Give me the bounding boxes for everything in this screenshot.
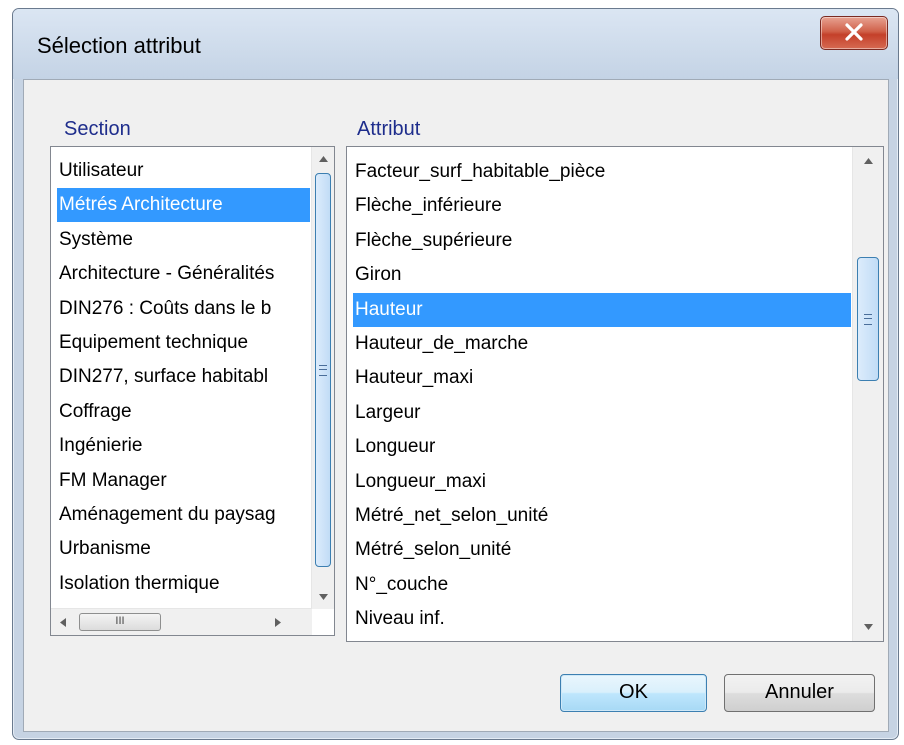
attribut-scroll-thumb[interactable] <box>857 257 879 381</box>
attribut-scroll-down-button[interactable] <box>853 615 883 639</box>
arrow-down-icon <box>318 594 328 600</box>
section-scroll-thumb[interactable] <box>315 173 331 567</box>
attribut-list-item[interactable]: Giron <box>353 258 851 292</box>
attribut-list-item[interactable]: Hauteur_maxi <box>353 361 851 395</box>
section-list-item[interactable]: DIN277, surface habitabl <box>57 360 310 394</box>
section-scroll-left-button[interactable] <box>53 610 73 634</box>
section-list-item[interactable]: Equipement technique <box>57 326 310 360</box>
arrow-right-icon <box>275 617 281 627</box>
section-list-item[interactable]: Ingénierie <box>57 429 310 463</box>
attribut-list-item[interactable]: Flèche_inférieure <box>353 189 851 223</box>
arrow-up-icon <box>318 156 328 162</box>
section-list-item[interactable]: Métrés Architecture <box>57 188 310 223</box>
attribut-list-item[interactable]: Hauteur_de_marche <box>353 327 851 361</box>
section-list-item[interactable]: Coffrage <box>57 395 310 429</box>
section-list-item[interactable]: Isolation thermique <box>57 567 310 601</box>
ok-button[interactable]: OK <box>560 674 707 712</box>
section-scroll-right-button[interactable] <box>268 610 288 634</box>
title-bar[interactable]: Sélection attribut <box>13 9 898 79</box>
attribut-scroll-up-button[interactable] <box>853 149 883 173</box>
attribut-list-item[interactable]: Longueur_maxi <box>353 465 851 499</box>
section-horizontal-scrollbar[interactable]: III <box>51 608 312 635</box>
section-list-item[interactable]: Architecture - Généralités <box>57 257 310 291</box>
attribut-list-item[interactable]: Métré_selon_unité <box>353 533 851 567</box>
section-scroll-up-button[interactable] <box>312 147 334 171</box>
window-title: Sélection attribut <box>37 33 201 58</box>
attribut-list-item[interactable]: Métré_net_selon_unité <box>353 499 851 533</box>
cancel-button[interactable]: Annuler <box>724 674 875 712</box>
section-list-item[interactable]: DIN276 : Coûts dans le b <box>57 292 310 326</box>
section-label: Section <box>64 118 131 140</box>
section-listbox[interactable]: Utilisateur Métrés Architecture Système Arc… <box>50 146 335 636</box>
attribut-list-item[interactable]: Largeur <box>353 396 851 430</box>
attribut-list-item[interactable]: Flèche_supérieure <box>353 224 851 258</box>
section-list-item[interactable]: FM Manager <box>57 464 310 498</box>
attribut-list-item[interactable]: Longueur <box>353 430 851 464</box>
attribut-list-item[interactable]: Hauteur <box>353 292 851 327</box>
section-list-item[interactable]: Utilisateur <box>57 154 310 188</box>
arrow-down-icon <box>863 624 873 630</box>
attribut-listbox[interactable]: Facteur_surf_habitable_pièce Flèche_infér… <box>346 146 884 642</box>
section-list-item[interactable]: Aménagement du paysag <box>57 498 310 532</box>
section-hscroll-thumb[interactable]: III <box>79 613 161 631</box>
section-scroll-down-button[interactable] <box>312 585 334 609</box>
arrow-up-icon <box>863 158 873 164</box>
close-button[interactable] <box>820 16 888 50</box>
attribut-list-item[interactable]: N°_couche <box>353 568 851 602</box>
grip-icon <box>319 365 327 376</box>
close-icon <box>845 23 863 41</box>
section-list-item[interactable]: Urbanisme <box>57 532 310 566</box>
section-vertical-scrollbar[interactable] <box>311 147 334 609</box>
attribut-list-item[interactable]: Niveau inf. <box>353 602 851 636</box>
attribut-label: Attribut <box>357 118 421 140</box>
dialog-window: Sélection attribut Section Attribut Util… <box>12 8 899 740</box>
dialog-body: Section Attribut Utilisateur Métrés Archi… <box>23 79 889 732</box>
attribut-vertical-scrollbar[interactable] <box>852 147 883 641</box>
attribut-list-item[interactable]: Facteur_surf_habitable_pièce <box>353 155 851 189</box>
grip-icon <box>864 314 872 325</box>
arrow-left-icon <box>60 617 66 627</box>
section-list-item[interactable]: Système <box>57 223 310 257</box>
